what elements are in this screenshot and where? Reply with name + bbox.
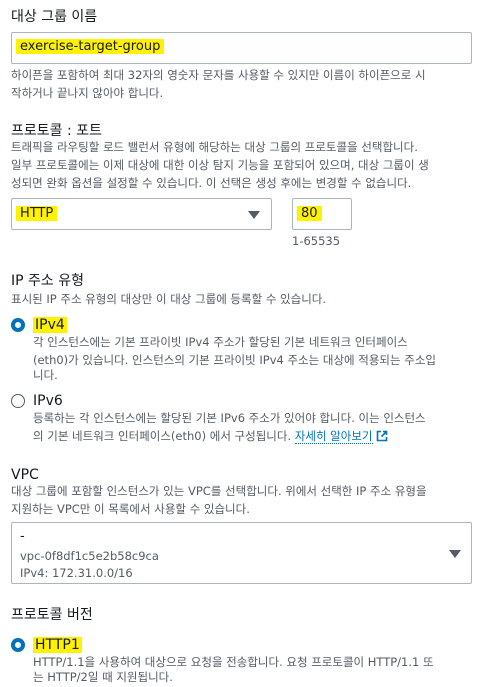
target-group-name-hint-1: 하이픈을 포함하여 최대 32자의 영숫자 문자를 사용할 수 있지만 이름이 … <box>11 68 426 82</box>
protocol-port-desc-2: 일부 프로토콜에는 이제 대상에 대한 이상 탐지 기능을 포함되어 있으며, … <box>11 158 429 172</box>
ipv6-label: IPv6 <box>33 393 63 409</box>
ipv4-radio[interactable] <box>11 318 25 332</box>
vpc-selected-id: vpc-0f8df1c5e2b58c9ca <box>20 549 159 563</box>
http1-radio[interactable] <box>11 638 25 652</box>
protocol-port-desc-1: 트래픽을 라우팅할 로드 밸런서 유형에 해당하는 대상 그룹의 프로토콜을 선… <box>11 140 418 154</box>
chevron-down-icon <box>449 550 461 558</box>
vpc-selected-cidr: IPv4: 172.31.0.0/16 <box>20 566 133 580</box>
http1-label: HTTP1 <box>33 637 82 653</box>
vpc-select[interactable]: - vpc-0f8df1c5e2b58c9ca IPv4: 172.31.0.0… <box>11 522 472 584</box>
vpc-desc-2: 지원하는 VPC만 이 목록에서 사용할 수 있습니다. <box>11 502 250 516</box>
ipv4-desc-2: (eth0)가 있습니다. 인스턴스의 기본 프라이빗 IPv4 주소는 대상에… <box>33 353 436 367</box>
target-group-name-value: exercise-target-group <box>16 39 165 54</box>
ipv4-label: IPv4 <box>33 317 67 333</box>
ipv6-desc-2: 의 기본 네트워크 인터페이스(eth0) 에서 구성됩니다. <box>33 429 292 443</box>
target-group-name-hint-2: 작하거나 끝나지 않아야 합니다. <box>11 86 164 100</box>
protocol-port-desc-3: 성되면 완화 옵션을 설정할 수 있습니다. 이 선택은 생성 후에는 변경할 … <box>11 176 412 190</box>
target-group-name-input[interactable]: exercise-target-group <box>11 32 472 64</box>
ipv4-desc-1: 각 인스턴스에는 기본 프라이빗 IPv4 주소가 할당된 기본 네트워크 인터… <box>33 335 408 349</box>
vpc-selected-name: - <box>20 529 25 544</box>
vpc-desc-1: 대상 그룹에 포함할 인스턴스가 있는 VPC를 선택합니다. 위에서 선택한 … <box>11 484 427 498</box>
protocol-select-value: HTTP <box>16 206 58 221</box>
port-input[interactable]: 80 <box>292 198 352 230</box>
ip-type-label: IP 주소 유형 <box>11 273 84 289</box>
port-value: 80 <box>297 206 322 221</box>
ipv4-desc-3: 니다. <box>33 368 58 382</box>
chevron-down-icon <box>248 211 260 219</box>
ipv6-radio[interactable] <box>11 394 25 408</box>
ipv6-desc-1: 등록하는 각 인스턴스에는 할당된 기본 IPv6 주소가 있어야 합니다. 이… <box>33 411 426 425</box>
http1-label-wrap: HTTP1 <box>33 636 82 654</box>
ipv4-label-wrap: IPv4 <box>33 316 67 334</box>
protocol-select[interactable]: HTTP <box>11 198 272 230</box>
ip-type-desc: 표시된 IP 주소 유형의 대상만 이 대상 그룹에 등록할 수 있습니다. <box>11 292 327 306</box>
target-group-name-label: 대상 그룹 이름 <box>11 9 98 25</box>
learn-more-link[interactable]: 자세히 알아보기 <box>294 429 373 444</box>
http1-desc-2: 는 HTTP/2일 때 지원됩니다. <box>33 670 173 684</box>
external-link-icon[interactable] <box>376 430 388 442</box>
port-range-hint: 1-65535 <box>292 234 341 248</box>
protocol-version-label: 프로토콜 버전 <box>11 607 93 623</box>
ipv6-desc-2-wrap: 의 기본 네트워크 인터페이스(eth0) 에서 구성됩니다. 자세히 알아보기 <box>33 427 388 446</box>
